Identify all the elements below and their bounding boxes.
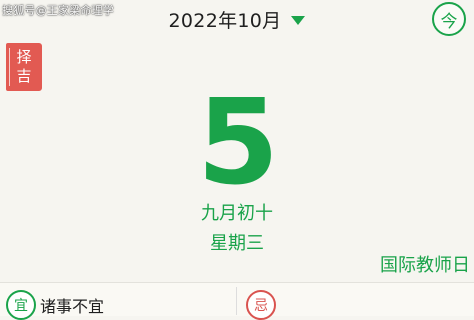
- today-button[interactable]: 今: [432, 2, 466, 36]
- month-label: 2022年10月: [168, 10, 282, 32]
- yi-badge[interactable]: 宜: [6, 290, 36, 320]
- zeji-tab-label-1: 择: [16, 48, 32, 66]
- lunar-date: 九月初十: [201, 203, 273, 224]
- ji-badge-label: 忌: [254, 298, 268, 314]
- month-selector[interactable]: 2022年10月: [0, 6, 474, 33]
- ji-badge[interactable]: 忌: [246, 290, 276, 320]
- triangle-down-icon[interactable]: [291, 16, 306, 25]
- yi-ji-divider: [236, 287, 237, 315]
- yi-text: 诸事不宜: [40, 297, 105, 316]
- today-button-label: 今: [440, 11, 458, 32]
- zeji-tab-edge: [9, 48, 12, 86]
- yi-badge-label: 宜: [14, 298, 28, 314]
- festival-label: 国际教师日: [380, 255, 470, 276]
- day-number: 5: [196, 73, 279, 211]
